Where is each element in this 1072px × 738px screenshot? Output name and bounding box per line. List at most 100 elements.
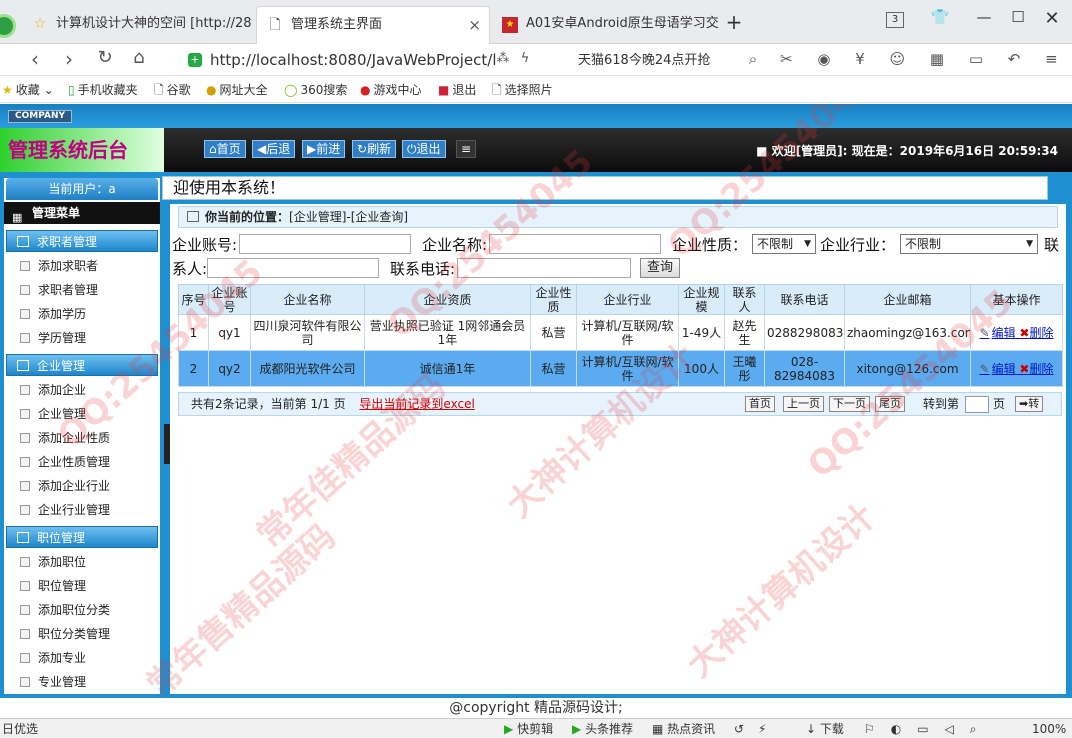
address-ad-text[interactable]: 天猫618今晚24点开抢 — [578, 49, 710, 68]
logout-button[interactable]: ⏻退出 — [402, 140, 446, 158]
maximize-icon[interactable]: ☐ — [1006, 8, 1030, 26]
edit-link[interactable]: 编辑 — [992, 326, 1016, 340]
browser-logo-icon — [0, 14, 16, 38]
menu-add-industry[interactable]: 添加企业行业 — [20, 474, 110, 498]
cell-actions: ✎ 编辑 ✖删除 — [970, 314, 1063, 351]
prev-page-button[interactable]: 上一页 — [783, 396, 824, 412]
group-enterprise[interactable]: 企业管理 — [6, 354, 158, 376]
close-window-icon[interactable]: ✕ — [1040, 8, 1064, 29]
edit-link[interactable]: 编辑 — [992, 362, 1016, 376]
next-page-button[interactable]: 下一页 — [829, 396, 870, 412]
nature-select[interactable]: 不限制 ▼ — [752, 234, 816, 254]
delete-link[interactable]: 删除 — [1029, 362, 1053, 376]
forward-button[interactable]: ▶前进 — [302, 140, 346, 158]
table-row[interactable]: 2 qy2 成都阳光软件公司 诚信通1年 私营 计算机/互联网/软件 100人 … — [178, 350, 1063, 387]
arrow-right-icon: ▶ — [307, 142, 317, 156]
back-icon[interactable]: ‹ — [22, 47, 48, 71]
goto-page-input[interactable] — [965, 396, 989, 413]
last-page-button[interactable]: 尾页 — [875, 396, 905, 412]
menu-position-category-manage[interactable]: 职位分类管理 — [20, 622, 110, 646]
group-position[interactable]: 职位管理 — [6, 526, 158, 548]
menu-industry-manage[interactable]: 企业行业管理 — [20, 498, 110, 522]
bookmark-sites[interactable]: ● 网址大全 — [206, 81, 268, 98]
goto-button[interactable]: ➡转 — [1015, 396, 1044, 412]
industry-label: 企业行业： — [820, 236, 896, 254]
bookmark-photos[interactable]: 🗋 选择照片 — [492, 81, 553, 102]
menu-enterprise-manage[interactable]: 企业管理 — [20, 402, 86, 426]
group-jobseeker[interactable]: 求职者管理 — [6, 230, 158, 252]
bookmarks-bar: ★ 收藏 ⌄ ▯ 手机收藏夹 🗋 谷歌 ● 网址大全 ◯ 360搜索 ● 游戏中心 ■ 退出 … — [0, 77, 1072, 103]
company-logo: COMPANY — [8, 110, 72, 123]
address-bar: ‹ › ↻ ⌂ + http://localhost:8080/JavaWebP… — [0, 44, 1072, 76]
query-button[interactable]: 查询 — [640, 258, 680, 278]
contact-label-end: 系人: — [172, 260, 208, 278]
delete-icon: ✖ — [1019, 325, 1030, 340]
minimize-icon[interactable]: — — [972, 8, 996, 26]
tab-count-badge[interactable]: 3 — [886, 12, 904, 28]
status-misc-icons[interactable]: ⚐◐▭◁⌕ — [864, 719, 993, 738]
menu-add-major[interactable]: 添加专业 — [20, 646, 86, 670]
status-headline[interactable]: ▶ 头条推荐 — [572, 719, 633, 738]
bookmark-favorites[interactable]: ★ 收藏 ⌄ — [2, 81, 54, 98]
menu-position-manage[interactable]: 职位管理 — [20, 574, 86, 598]
account-input[interactable] — [239, 234, 411, 254]
bookmark-google[interactable]: 🗋 谷歌 — [154, 81, 191, 102]
menu-add-position[interactable]: 添加职位 — [20, 550, 86, 574]
menu-add-position-category[interactable]: 添加职位分类 — [20, 598, 110, 622]
export-excel-link[interactable]: 导出当前记录到excel — [359, 397, 474, 411]
download-icon: ↓ — [806, 722, 817, 736]
menu-add-enterprise[interactable]: 添加企业 — [20, 378, 86, 402]
status-hot-news[interactable]: ▦ 热点资讯 — [652, 719, 715, 738]
contact-input[interactable] — [207, 258, 379, 278]
tab-space[interactable]: ☆ 计算机设计大神的空间 [http://28 — [22, 6, 254, 44]
bookmark-360[interactable]: ◯ 360搜索 — [284, 81, 347, 98]
ring-icon: ◯ — [284, 83, 298, 97]
doc-icon — [20, 285, 30, 295]
browser-tab-bar: ☆ 计算机设计大神的空间 [http://28 🗋 管理系统主界面 × ★ A0… — [0, 0, 1072, 44]
play-icon: ▶ — [504, 722, 514, 736]
status-download[interactable]: ↓ 下载 — [806, 719, 844, 738]
new-tab-button[interactable]: + — [722, 10, 746, 34]
search-icon[interactable]: ⌕ — [740, 50, 766, 68]
industry-select[interactable]: 不限制 ▼ — [900, 234, 1038, 254]
status-tool-icons[interactable]: ↺⚡ — [734, 719, 780, 738]
lightning-icon[interactable]: ϟ — [512, 51, 538, 66]
bookmark-games[interactable]: ● 游戏中心 — [360, 81, 422, 98]
doc-icon — [20, 333, 30, 343]
menu-nature-manage[interactable]: 企业性质管理 — [20, 450, 110, 474]
top-strip: COMPANY — [0, 104, 1072, 128]
home-icon[interactable]: ⌂ — [126, 47, 152, 68]
menu-add-jobseeker[interactable]: 添加求职者 — [20, 254, 98, 278]
menu-icon[interactable]: ≡ — [456, 140, 477, 158]
bookmark-exit[interactable]: ■ 退出 — [438, 81, 476, 98]
delete-link[interactable]: 删除 — [1029, 326, 1053, 340]
menu-add-nature[interactable]: 添加企业性质 — [20, 426, 110, 450]
name-input[interactable] — [489, 234, 661, 254]
extension-icons[interactable]: ✂ ◉ ¥ ☺ ▦ ▭ ↶ ≡ — [780, 50, 1068, 68]
back-button[interactable]: ◀后退 — [252, 140, 296, 158]
phone-input[interactable] — [457, 258, 631, 278]
home-button[interactable]: ⌂首页 — [204, 140, 246, 158]
close-tab-icon[interactable]: × — [468, 7, 481, 43]
shirt-icon[interactable]: 👕 — [928, 8, 952, 26]
status-quick-edit[interactable]: ▶ 快剪辑 — [504, 719, 553, 738]
refresh-button[interactable]: ↻刷新 — [352, 140, 397, 158]
doc-icon — [20, 457, 30, 467]
menu-add-education[interactable]: 添加学历 — [20, 302, 86, 326]
tab-admin-main[interactable]: 🗋 管理系统主界面 × — [256, 6, 490, 44]
menu-education-manage[interactable]: 学历管理 — [20, 326, 86, 350]
current-user: 当前用户：a — [6, 178, 158, 200]
menu-jobseeker-manage[interactable]: 求职者管理 — [20, 278, 98, 302]
enterprise-table: 序号 企业账号 企业名称 企业资质 企业性质 企业行业 企业规模 联系人 联系电… — [178, 284, 1063, 387]
dropdown-icon: ▼ — [804, 239, 811, 249]
reload-icon[interactable]: ↻ — [92, 47, 118, 68]
table-row[interactable]: 1 qy1 四川泉河软件有限公司 营业执照已验证 1网邻通会员1年 私营 计算机… — [178, 314, 1063, 351]
bookmark-mobile[interactable]: ▯ 手机收藏夹 — [68, 81, 138, 98]
first-page-button[interactable]: 首页 — [745, 396, 775, 412]
doc-icon — [20, 481, 30, 491]
zoom-level[interactable]: 100% — [1032, 719, 1066, 738]
cell-index: 2 — [178, 350, 209, 387]
menu-major-manage[interactable]: 专业管理 — [20, 670, 86, 694]
tab-android[interactable]: ★ A01安卓Android原生母语学习交 — [492, 6, 720, 44]
forward-icon[interactable]: › — [56, 47, 82, 71]
